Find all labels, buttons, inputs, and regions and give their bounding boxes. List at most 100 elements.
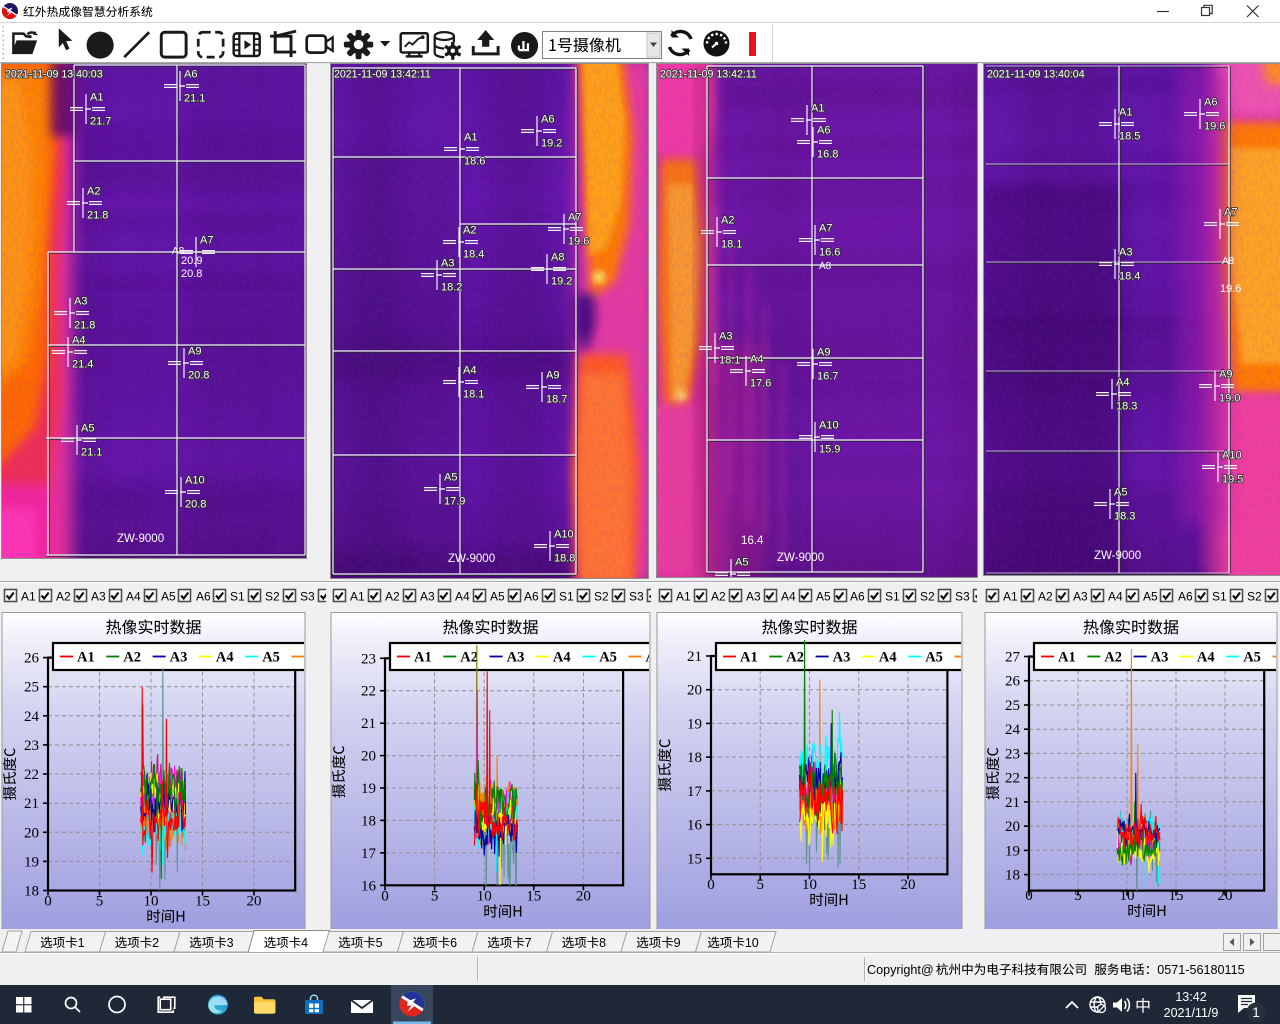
svg-text:A5: A5 xyxy=(735,557,748,569)
svg-text:18.3: 18.3 xyxy=(1116,401,1137,413)
svg-text:A2: A2 xyxy=(87,186,100,198)
svg-text:A4: A4 xyxy=(72,335,85,347)
svg-text:15.9: 15.9 xyxy=(819,444,840,456)
svg-text:10: 10 xyxy=(745,936,759,950)
svg-text:16.8: 16.8 xyxy=(817,149,838,161)
svg-text:A5: A5 xyxy=(925,650,943,666)
svg-text:A4: A4 xyxy=(1108,590,1123,604)
svg-text:ZW-9000: ZW-9000 xyxy=(777,552,824,564)
svg-text:A9: A9 xyxy=(188,346,201,358)
svg-text:ZW-9000: ZW-9000 xyxy=(1094,550,1141,562)
svg-text:A3: A3 xyxy=(74,296,87,308)
svg-text:5: 5 xyxy=(757,877,765,893)
svg-text:18.4: 18.4 xyxy=(1119,271,1140,283)
svg-text:A5: A5 xyxy=(599,650,617,666)
svg-text:A2: A2 xyxy=(711,590,726,604)
svg-text:18.8: 18.8 xyxy=(554,553,575,565)
svg-text:23: 23 xyxy=(361,651,376,667)
svg-text:A6: A6 xyxy=(184,69,197,81)
svg-text:A10: A10 xyxy=(819,420,839,432)
svg-text:A9: A9 xyxy=(1219,369,1232,381)
svg-text:A3: A3 xyxy=(1151,650,1169,666)
svg-text:20: 20 xyxy=(687,683,702,699)
svg-text:19.2: 19.2 xyxy=(541,138,562,150)
svg-text:A2: A2 xyxy=(1038,590,1053,604)
svg-text:21.1: 21.1 xyxy=(81,447,102,459)
svg-text:7: 7 xyxy=(525,936,532,950)
svg-text:15: 15 xyxy=(687,851,702,867)
svg-text:A8: A8 xyxy=(819,261,832,272)
svg-text:S2: S2 xyxy=(920,590,935,604)
svg-text:4: 4 xyxy=(301,936,308,950)
svg-text:A6: A6 xyxy=(817,125,830,137)
svg-text:18: 18 xyxy=(687,750,702,766)
svg-text:Copyright@: Copyright@ xyxy=(867,963,934,977)
svg-text:19: 19 xyxy=(1005,843,1020,859)
svg-text:22: 22 xyxy=(24,767,39,783)
svg-text:A6: A6 xyxy=(1178,590,1193,604)
svg-text:23: 23 xyxy=(1005,746,1020,762)
svg-text:21: 21 xyxy=(687,649,702,665)
svg-text:18.6: 18.6 xyxy=(464,156,485,168)
svg-text:S1: S1 xyxy=(230,590,245,604)
svg-text:A6: A6 xyxy=(524,590,539,604)
svg-text:19: 19 xyxy=(24,854,39,870)
svg-text:25: 25 xyxy=(24,680,39,696)
svg-text:A7: A7 xyxy=(200,235,213,247)
svg-text:22: 22 xyxy=(361,684,376,700)
svg-text:A1: A1 xyxy=(740,650,758,666)
svg-text:17: 17 xyxy=(687,784,703,800)
svg-text:A3: A3 xyxy=(1073,590,1088,604)
svg-text:A10: A10 xyxy=(554,529,574,541)
svg-text:A2: A2 xyxy=(385,590,400,604)
svg-text:ZW-9000: ZW-9000 xyxy=(117,533,164,545)
svg-text:A5: A5 xyxy=(444,472,457,484)
svg-text:A10: A10 xyxy=(1222,450,1242,462)
svg-text:2021/11/9: 2021/11/9 xyxy=(1164,1006,1219,1020)
svg-text:A3: A3 xyxy=(420,590,435,604)
svg-text:20: 20 xyxy=(901,877,916,893)
svg-text:A1: A1 xyxy=(1003,590,1018,604)
svg-text:26: 26 xyxy=(1005,674,1021,690)
svg-text:A1: A1 xyxy=(676,590,691,604)
svg-text:2021-11-09 13:42:11: 2021-11-09 13:42:11 xyxy=(334,69,431,81)
svg-text:19.5: 19.5 xyxy=(1222,474,1243,486)
svg-text:A6: A6 xyxy=(1204,97,1217,109)
svg-text:17.6: 17.6 xyxy=(750,378,771,390)
svg-text:20: 20 xyxy=(576,889,591,905)
svg-text:20.8: 20.8 xyxy=(185,499,206,511)
svg-text:A3: A3 xyxy=(91,590,106,604)
svg-text:15: 15 xyxy=(851,877,866,893)
svg-text:A4: A4 xyxy=(1197,650,1215,666)
svg-text:A4: A4 xyxy=(463,365,476,377)
svg-text:A6: A6 xyxy=(541,114,554,126)
svg-text:19: 19 xyxy=(361,781,376,797)
svg-text:A3: A3 xyxy=(441,258,454,270)
svg-text:18.1: 18.1 xyxy=(463,389,484,401)
svg-text:21: 21 xyxy=(361,716,376,732)
svg-text:2021-11-09 13:40:04: 2021-11-09 13:40:04 xyxy=(987,69,1085,81)
svg-text:18: 18 xyxy=(1005,868,1020,884)
svg-text:18.3: 18.3 xyxy=(1114,511,1135,523)
svg-text:A7: A7 xyxy=(568,212,581,224)
svg-text:9: 9 xyxy=(674,936,681,950)
svg-text:21: 21 xyxy=(24,796,39,812)
svg-text:3: 3 xyxy=(227,936,234,950)
svg-text:A3: A3 xyxy=(1119,247,1132,259)
svg-text:A1: A1 xyxy=(1058,650,1076,666)
svg-text:A5: A5 xyxy=(1243,650,1261,666)
svg-text:16.6: 16.6 xyxy=(819,247,840,259)
svg-text:A9: A9 xyxy=(817,347,830,359)
svg-text:A2: A2 xyxy=(460,650,478,666)
svg-text:A5: A5 xyxy=(1114,487,1127,499)
svg-text:S1: S1 xyxy=(559,590,574,604)
svg-text:ZW-9000: ZW-9000 xyxy=(448,553,495,565)
svg-text:A5: A5 xyxy=(81,423,94,435)
svg-text:17.9: 17.9 xyxy=(444,496,465,508)
svg-text:S1: S1 xyxy=(885,590,900,604)
svg-text:S2: S2 xyxy=(1247,590,1262,604)
svg-text:A2: A2 xyxy=(721,215,734,227)
svg-text:5: 5 xyxy=(376,936,383,950)
svg-text:16.7: 16.7 xyxy=(817,371,838,383)
svg-text:S2: S2 xyxy=(265,590,280,604)
